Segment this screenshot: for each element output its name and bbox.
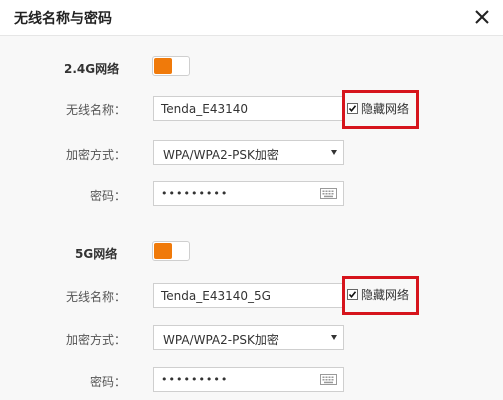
band-24g-title: 2.4G网络: [64, 62, 120, 76]
ssid-24g-label: 无线名称：: [65, 103, 126, 117]
band-5g-toggle[interactable]: [152, 241, 190, 261]
band-24g-toggle[interactable]: [152, 56, 190, 76]
encryption-24g-value: WPA/WPA2-PSK加密: [163, 148, 279, 162]
hide-network-5g-label: 隐藏网络: [361, 288, 410, 302]
hide-network-5g-highlight: 隐藏网络: [342, 276, 419, 315]
dropdown-arrow-icon: [331, 335, 337, 340]
ssid-5g-label: 无线名称：: [65, 290, 126, 304]
encryption-24g-label: 加密方式：: [65, 148, 126, 162]
dialog-header: 无线名称与密码: [0, 0, 503, 36]
toggle-knob: [154, 243, 172, 259]
dropdown-arrow-icon: [331, 150, 337, 155]
ssid-24g-input[interactable]: Tenda_E43140: [153, 96, 343, 121]
hide-network-24g-label: 隐藏网络: [361, 102, 410, 116]
close-button[interactable]: [471, 6, 493, 28]
hide-network-24g-checkbox[interactable]: [347, 103, 358, 114]
password-5g-input[interactable]: •••••••••: [153, 367, 344, 392]
keyboard-icon[interactable]: [320, 188, 337, 199]
encryption-5g-label: 加密方式：: [65, 333, 126, 347]
dialog-title: 无线名称与密码: [14, 11, 112, 27]
close-icon: [475, 10, 489, 24]
password-24g-input[interactable]: •••••••••: [153, 181, 344, 206]
encryption-5g-value: WPA/WPA2-PSK加密: [163, 333, 279, 347]
checkmark-icon: [348, 291, 357, 299]
encryption-5g-select[interactable]: WPA/WPA2-PSK加密: [153, 325, 344, 350]
band-5g-title: 5G网络: [75, 247, 118, 261]
password-24g-label: 密码：: [89, 189, 126, 203]
checkmark-icon: [348, 105, 357, 113]
password-5g-label: 密码：: [89, 375, 126, 389]
toggle-knob: [154, 58, 172, 74]
password-24g-value: •••••••••: [161, 187, 229, 200]
encryption-24g-select[interactable]: WPA/WPA2-PSK加密: [153, 140, 344, 165]
hide-network-24g-highlight: 隐藏网络: [342, 90, 419, 129]
hide-network-5g-checkbox[interactable]: [347, 289, 358, 300]
password-5g-value: •••••••••: [161, 373, 229, 386]
keyboard-icon[interactable]: [320, 374, 337, 385]
ssid-5g-input[interactable]: Tenda_E43140_5G: [153, 283, 343, 308]
